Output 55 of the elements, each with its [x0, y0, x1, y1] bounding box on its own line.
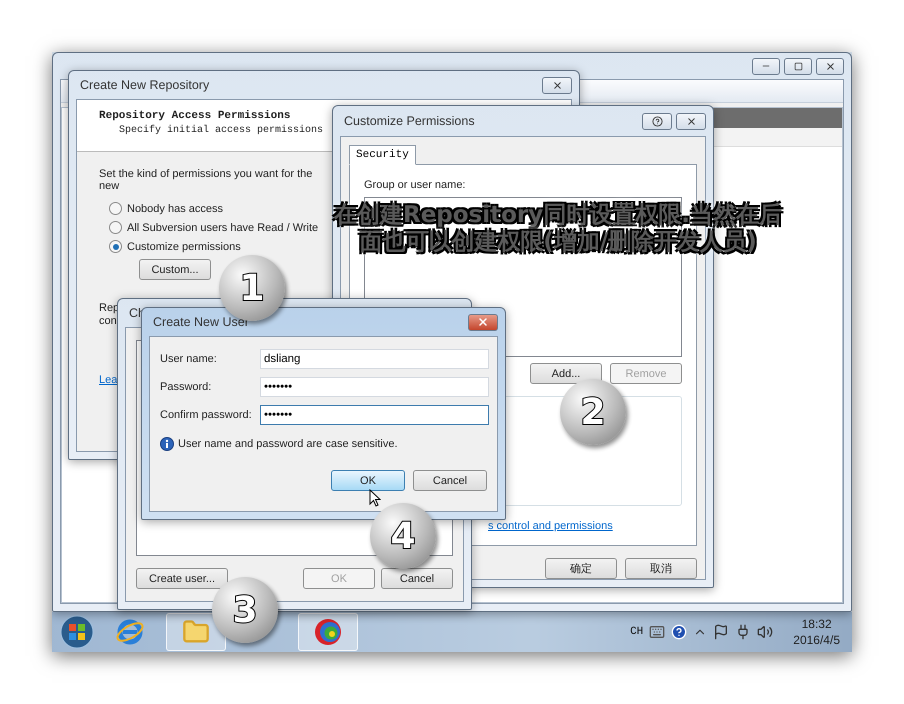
help-icon[interactable]: [671, 624, 688, 640]
add-button[interactable]: Add...: [530, 363, 602, 384]
field-label: User name:: [160, 353, 218, 365]
volume-icon[interactable]: [757, 624, 774, 640]
note-text: User name and password are case sensitive.: [178, 438, 398, 450]
close-button[interactable]: [542, 76, 572, 94]
maximize-button[interactable]: [784, 58, 812, 74]
tab[interactable]: Security: [349, 145, 416, 165]
close-button[interactable]: [816, 58, 844, 74]
ok-button[interactable]: OK: [331, 470, 405, 491]
clock-date: 2016/4/5: [793, 633, 840, 647]
header-subtitle: Specify initial access permissions: [118, 125, 324, 136]
cancel-button[interactable]: 取消: [625, 558, 697, 579]
window-title: Create New Repository: [79, 78, 210, 92]
cancel-button[interactable]: Cancel: [413, 470, 487, 491]
clock-time: 18:32: [802, 617, 832, 631]
field-label: Confirm password:: [160, 409, 253, 421]
help-button[interactable]: [642, 112, 672, 130]
custom-button[interactable]: Custom...: [139, 259, 211, 280]
input-field[interactable]: •••••••: [260, 405, 489, 425]
help-icon: [652, 116, 662, 126]
radio-button[interactable]: [109, 221, 122, 234]
close-button[interactable]: [468, 314, 498, 330]
help-link[interactable]: s control and permissions: [488, 520, 682, 532]
start-button[interactable]: [60, 615, 94, 649]
ok-button[interactable]: 确定: [545, 558, 617, 579]
radio-button[interactable]: [109, 202, 122, 215]
radio-label: Nobody has access: [127, 202, 223, 214]
close-icon: [552, 80, 562, 90]
field-label: Group or user name:: [364, 179, 466, 191]
input-field[interactable]: •••••••: [260, 377, 489, 397]
radio-label: Customize permissions: [127, 240, 241, 252]
app-icon[interactable]: [313, 617, 343, 647]
create-user-button[interactable]: Create user...: [136, 568, 228, 589]
mouse-pointer-icon: [369, 489, 381, 507]
radio-button[interactable]: [109, 240, 122, 253]
radio-label: All Subversion users have Read / Write: [127, 222, 318, 234]
close-icon: [477, 316, 489, 328]
keyboard-icon[interactable]: [649, 624, 666, 640]
learn-link[interactable]: Lea: [99, 374, 118, 386]
description-text: con: [99, 315, 118, 328]
cancel-button[interactable]: Cancel: [381, 568, 453, 589]
close-icon: [824, 60, 836, 72]
field-label: Password:: [160, 381, 212, 393]
info-icon: [160, 437, 174, 451]
close-icon: [686, 116, 696, 126]
maximize-icon: [794, 62, 802, 70]
flag-icon[interactable]: [713, 624, 730, 640]
minimize-button[interactable]: [752, 58, 780, 74]
header-title: Repository Access Permissions: [99, 110, 290, 122]
input-field[interactable]: dsliang: [260, 349, 489, 369]
window-title: Customize Permissions: [343, 114, 476, 128]
close-button[interactable]: [676, 112, 706, 130]
language-indicator[interactable]: CH: [630, 626, 644, 638]
prompt-text: Set the kind of permissions you want for the new: [99, 168, 314, 192]
